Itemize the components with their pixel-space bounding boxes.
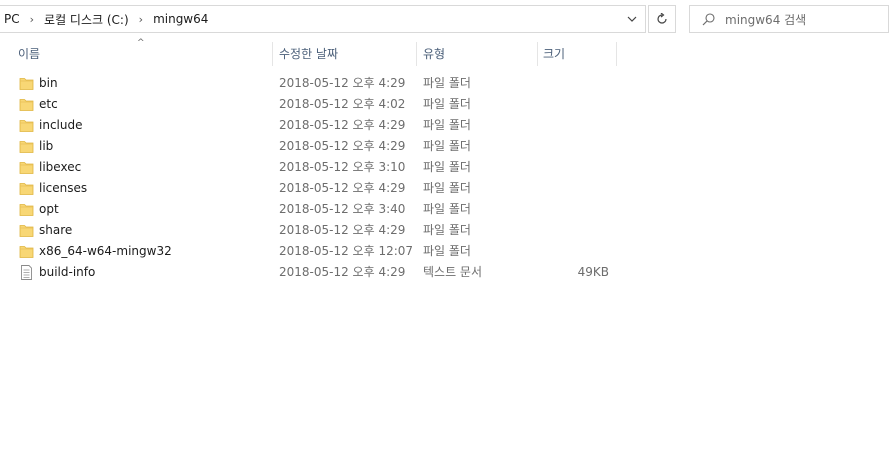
file-date: 2018-05-12 오후 4:29 xyxy=(279,139,406,153)
file-row[interactable]: libexec 2018-05-12 오후 3:10 파일 폴더 xyxy=(0,157,895,178)
file-name: include xyxy=(39,118,83,132)
file-type: 텍스트 문서 xyxy=(423,265,483,279)
file-type: 파일 폴더 xyxy=(423,181,471,195)
address-bar[interactable]: PC › 로컬 디스크 (C:) › mingw64 xyxy=(0,5,646,33)
file-type: 파일 폴더 xyxy=(423,160,471,174)
column-header-size-label: 크기 xyxy=(543,47,566,61)
file-date: 2018-05-12 오후 4:29 xyxy=(279,118,406,132)
breadcrumb-separator-icon[interactable]: › xyxy=(22,13,42,26)
folder-icon xyxy=(19,181,34,196)
folder-icon xyxy=(19,97,34,112)
folder-icon xyxy=(19,139,34,154)
column-header-type[interactable]: 유형 xyxy=(417,42,538,66)
file-row[interactable]: x86_64-w64-mingw32 2018-05-12 오후 12:07 파일 … xyxy=(0,241,895,262)
file-type: 파일 폴더 xyxy=(423,118,471,132)
file-name: opt xyxy=(39,202,59,216)
file-list: bin 2018-05-12 오후 4:29 파일 폴더 etc 2018-05-12 … xyxy=(0,73,895,283)
file-type: 파일 폴더 xyxy=(423,97,471,111)
search-icon xyxy=(702,12,715,25)
file-name: build-info xyxy=(39,265,96,279)
file-type: 파일 폴더 xyxy=(423,139,471,153)
column-header-date[interactable]: 수정한 날짜 xyxy=(273,42,417,66)
file-row[interactable]: build-info 2018-05-12 오후 4:29 텍스트 문서 49KB xyxy=(0,262,895,283)
column-header-name-label: 이름 xyxy=(18,47,41,61)
folder-icon xyxy=(19,118,34,133)
file-date: 2018-05-12 오후 4:02 xyxy=(279,97,406,111)
text-file-icon xyxy=(19,265,34,280)
search-placeholder: mingw64 검색 xyxy=(725,12,807,27)
refresh-icon xyxy=(657,13,667,24)
column-header-type-label: 유형 xyxy=(423,47,446,61)
folder-icon xyxy=(19,202,34,217)
file-type: 파일 폴더 xyxy=(423,223,471,237)
refresh-button[interactable] xyxy=(648,5,676,33)
file-row[interactable]: bin 2018-05-12 오후 4:29 파일 폴더 xyxy=(0,73,895,94)
file-name: licenses xyxy=(39,181,88,195)
file-row[interactable]: etc 2018-05-12 오후 4:02 파일 폴더 xyxy=(0,94,895,115)
file-name: libexec xyxy=(39,160,82,174)
file-name: etc xyxy=(39,97,58,111)
file-row[interactable]: include 2018-05-12 오후 4:29 파일 폴더 xyxy=(0,115,895,136)
column-header-name[interactable]: 이름 xyxy=(0,42,273,66)
file-row[interactable]: licenses 2018-05-12 오후 4:29 파일 폴더 xyxy=(0,178,895,199)
file-size: 49KB xyxy=(577,265,609,279)
file-date: 2018-05-12 오후 4:29 xyxy=(279,223,406,237)
chevron-down-icon[interactable] xyxy=(623,10,641,28)
file-type: 파일 폴더 xyxy=(423,202,471,216)
file-row[interactable]: opt 2018-05-12 오후 3:40 파일 폴더 xyxy=(0,199,895,220)
file-date: 2018-05-12 오후 12:07 xyxy=(279,244,414,258)
column-header-date-label: 수정한 날짜 xyxy=(279,47,339,61)
breadcrumb-mingw64[interactable]: mingw64 xyxy=(151,12,210,26)
file-date: 2018-05-12 오후 4:29 xyxy=(279,265,406,279)
file-row[interactable]: share 2018-05-12 오후 4:29 파일 폴더 xyxy=(0,220,895,241)
file-name: lib xyxy=(39,139,54,153)
folder-icon xyxy=(19,76,34,91)
file-row[interactable]: lib 2018-05-12 오후 4:29 파일 폴더 xyxy=(0,136,895,157)
breadcrumb-local-disk[interactable]: 로컬 디스크 (C:) xyxy=(42,11,131,28)
file-date: 2018-05-12 오후 3:40 xyxy=(279,202,406,216)
column-header-size[interactable]: 크기 xyxy=(538,42,617,66)
file-date: 2018-05-12 오후 4:29 xyxy=(279,181,406,195)
search-input[interactable]: mingw64 검색 xyxy=(689,5,889,33)
file-name: x86_64-w64-mingw32 xyxy=(39,244,172,258)
breadcrumb-separator-icon[interactable]: › xyxy=(131,13,151,26)
file-name: bin xyxy=(39,76,58,90)
folder-icon xyxy=(19,160,34,175)
file-name: share xyxy=(39,223,73,237)
breadcrumb-pc[interactable]: PC xyxy=(0,12,22,26)
file-type: 파일 폴더 xyxy=(423,244,471,258)
file-type: 파일 폴더 xyxy=(423,76,471,90)
file-date: 2018-05-12 오후 4:29 xyxy=(279,76,406,90)
folder-icon xyxy=(19,223,34,238)
column-headers: ^ 이름 수정한 날짜 유형 크기 xyxy=(0,38,895,66)
folder-icon xyxy=(19,244,34,259)
file-date: 2018-05-12 오후 3:10 xyxy=(279,160,406,174)
